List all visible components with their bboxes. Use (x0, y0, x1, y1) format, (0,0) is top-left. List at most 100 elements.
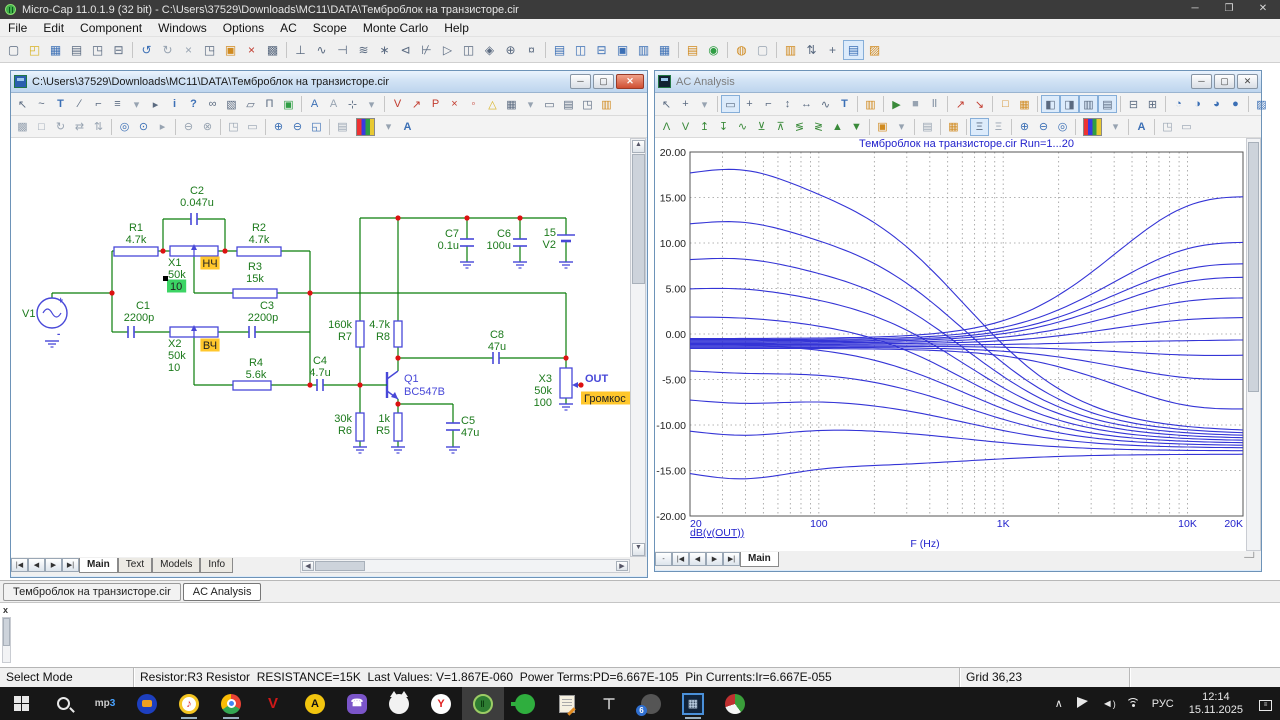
component-label[interactable]: R6 (338, 425, 352, 437)
component-label[interactable]: X2 (168, 338, 181, 350)
transistor-part-icon[interactable]: ⊬ (416, 40, 437, 60)
delete-icon[interactable]: × (241, 40, 262, 60)
minimize-icon[interactable]: ─ (570, 74, 591, 89)
zoom-in-icon[interactable]: ⊕ (269, 118, 288, 136)
component-label[interactable]: 100u (487, 240, 511, 252)
ac-nav-button[interactable]: ▶ (706, 552, 723, 566)
taskbar-white-cat-app-icon[interactable] (378, 687, 420, 720)
select-mode-icon[interactable]: ↖ (13, 95, 32, 113)
grid-toggle-icon[interactable]: ▦ (502, 95, 521, 113)
digital-path-icon[interactable]: Π (260, 95, 279, 113)
copy-page-icon[interactable]: ▭ (243, 118, 262, 136)
open-file-icon[interactable]: ◰ (24, 40, 45, 60)
envelope-top-icon[interactable]: ▲ (828, 118, 847, 136)
resistor-body[interactable] (394, 413, 402, 441)
menu-ac[interactable]: AC (272, 20, 305, 36)
component-label[interactable]: 10 (170, 281, 182, 293)
tab-models[interactable]: Models (152, 558, 200, 573)
schematic-titlebar[interactable]: C:\Users\37529\Downloads\MC11\DATA\Тембр… (11, 71, 647, 93)
page-thumb-icon[interactable]: ▤ (333, 118, 352, 136)
go-peak-icon[interactable]: Λ (657, 118, 676, 136)
show-power-icon[interactable]: P (426, 95, 445, 113)
close-panel-icon[interactable]: x (3, 605, 8, 615)
flag-mode-icon[interactable]: ▸ (146, 95, 165, 113)
menu-component[interactable]: Component (72, 20, 150, 36)
node-part-icon[interactable]: ◈ (479, 40, 500, 60)
show-data-points-icon[interactable]: ▤ (918, 118, 937, 136)
component-label[interactable]: V1 (22, 308, 35, 320)
taskbar-movie-app-icon[interactable]: ▦ (672, 687, 714, 720)
restore-icon[interactable]: ▢ (593, 74, 614, 89)
component-label[interactable]: X1 (168, 257, 181, 269)
show-slopes-icon[interactable]: ↗ (407, 95, 426, 113)
new-file-icon[interactable]: ▢ (3, 40, 24, 60)
last-page-button[interactable]: ▶| (62, 558, 79, 572)
ac-vscrollbar[interactable] (1246, 138, 1261, 551)
shape-editor-icon[interactable]: ◉ (703, 40, 724, 60)
taskbar-aimp-player-icon[interactable] (126, 687, 168, 720)
cascade-windows-icon[interactable]: ▤ (549, 40, 570, 60)
show-pin-connections-icon[interactable]: ◦ (464, 95, 483, 113)
grid-menu-icon[interactable]: ▾ (521, 95, 540, 113)
telegram-icon[interactable] (1070, 697, 1095, 711)
zoom-half-icon[interactable]: ◑ (1188, 95, 1207, 113)
resistor-body[interactable] (114, 247, 158, 256)
taskbar-reaper-app-icon[interactable] (714, 687, 756, 720)
transistor-q1[interactable] (387, 371, 398, 379)
component-label[interactable]: V2 (543, 239, 556, 251)
component-label[interactable]: 0.047u (180, 197, 214, 209)
component-label[interactable]: R2 (252, 222, 266, 234)
print-preview-icon[interactable]: ◳ (87, 40, 108, 60)
taskbar-press-tool-app-icon[interactable]: ⊤ (588, 687, 630, 720)
run-analysis-icon[interactable]: ▶ (887, 95, 906, 113)
crystal-part-icon[interactable]: ∗ (374, 40, 395, 60)
menu-edit[interactable]: Edit (35, 20, 72, 36)
component-label[interactable]: 0.1u (438, 240, 459, 252)
component-label[interactable]: 5.6k (246, 369, 267, 381)
resistor-body[interactable] (356, 321, 364, 347)
stop-analysis-icon[interactable]: ■ (906, 95, 925, 113)
close-icon[interactable]: ✕ (1237, 74, 1258, 89)
resistor-body[interactable] (233, 289, 277, 298)
maximize-icon[interactable]: ❐ (1212, 0, 1246, 19)
component-label[interactable]: 30k (334, 413, 352, 425)
show-warnings-icon[interactable]: △ (483, 95, 502, 113)
menu-scope[interactable]: Scope (305, 20, 355, 36)
flip-horizontal-icon[interactable]: ⇄ (70, 118, 89, 136)
component-label[interactable]: C1 (136, 300, 150, 312)
language-indicator[interactable]: РУС (1145, 698, 1181, 710)
connector-part-icon[interactable]: ⊕ (500, 40, 521, 60)
inductor-part-icon[interactable]: ≋ (353, 40, 374, 60)
undo-icon[interactable]: ↺ (136, 40, 157, 60)
minimize-icon[interactable]: ─ (1191, 74, 1212, 89)
component-label[interactable]: R3 (248, 261, 262, 273)
component-label[interactable]: 10 (168, 362, 180, 374)
ac-nav-button[interactable]: ▶| (723, 552, 740, 566)
go-low-icon[interactable]: ↧ (714, 118, 733, 136)
info-mode-icon[interactable]: i (165, 95, 184, 113)
negative-slope-icon[interactable]: ↘ (970, 95, 989, 113)
split-horizontal-icon[interactable]: ⊟ (1124, 95, 1143, 113)
volume-icon[interactable]: ◄) (1095, 698, 1123, 710)
first-page-button[interactable]: |◀ (11, 558, 28, 572)
tools-icon[interactable]: + (822, 40, 843, 60)
component-label[interactable]: ВЧ (203, 340, 217, 352)
menu-help[interactable]: Help (436, 20, 477, 36)
replace-text-icon[interactable]: A (324, 95, 343, 113)
select-mode-icon[interactable]: ↖ (657, 95, 676, 113)
select-all-mode-icon[interactable]: ▩ (13, 118, 32, 136)
component-label[interactable]: 50k (168, 350, 186, 362)
tray-chevron-icon[interactable]: ∧ (1048, 697, 1070, 710)
mini-window-icon[interactable]: ▢ (752, 40, 773, 60)
nav-stop-icon[interactable]: ⊗ (198, 118, 217, 136)
cursor-vertical-icon[interactable]: ▥ (1079, 95, 1098, 113)
taskbar-music-circle-app-icon[interactable]: ♪ (168, 687, 210, 720)
restore-icon[interactable]: ▢ (1214, 74, 1235, 89)
component-label[interactable]: Громкос (584, 393, 626, 405)
copy-back-icon[interactable]: ▭ (1177, 118, 1196, 136)
analysis-plot-icon[interactable]: ▤ (843, 40, 864, 60)
sine-source-part-icon[interactable]: ∿ (311, 40, 332, 60)
component-label[interactable]: R7 (338, 331, 352, 343)
component-label[interactable]: 4.7u (309, 367, 330, 379)
paste-special-icon[interactable]: ▩ (262, 40, 283, 60)
